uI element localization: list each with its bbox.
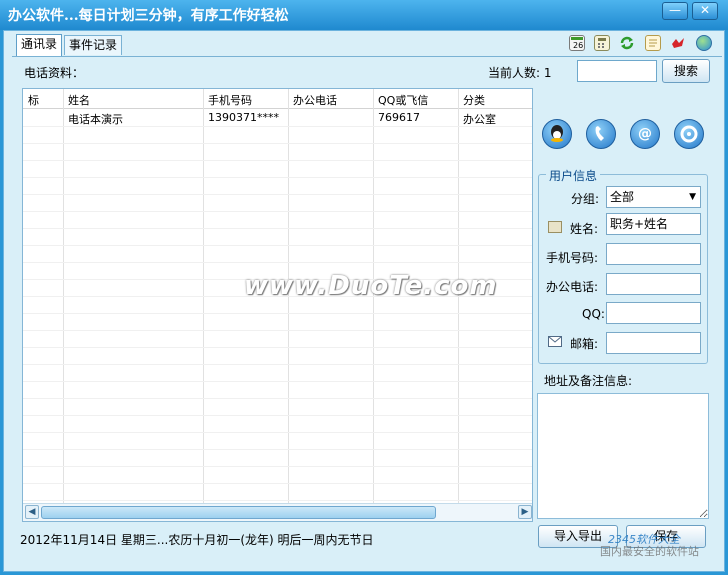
scroll-right-icon[interactable]: ▶	[518, 505, 532, 519]
grid-row-line	[23, 245, 532, 246]
bird-icon[interactable]	[670, 35, 686, 51]
chevron-down-icon[interactable]: ▼	[689, 187, 696, 207]
grid-row-line	[23, 483, 532, 484]
search-button[interactable]: 搜索	[662, 59, 710, 83]
contacts-grid[interactable]: 标 姓名 手机号码 办公电话 QQ或飞信 分类 电话本演示 1390371***…	[22, 88, 533, 522]
grid-row-line	[23, 211, 532, 212]
group-select-value: 全部	[610, 190, 635, 204]
column-header-qq[interactable]: QQ或飞信	[378, 92, 428, 108]
svg-text:26: 26	[573, 41, 583, 50]
user-info-legend: 用户信息	[546, 167, 601, 184]
search-input[interactable]	[577, 60, 657, 82]
calculator-icon[interactable]	[594, 35, 610, 51]
date-status: 2012年11月14日 星期三...农历十月初一(龙年) 明后一周内无节日	[20, 533, 374, 547]
grid-row-line	[23, 381, 532, 382]
current-count-label: 当前人数: 1	[488, 66, 552, 80]
tab-contacts[interactable]: 通讯录	[16, 34, 63, 56]
name-field[interactable]: 职务+姓名	[606, 213, 701, 235]
close-button[interactable]: ✕	[692, 2, 718, 20]
grid-row-line	[23, 160, 532, 161]
email-field[interactable]	[606, 332, 701, 354]
grid-row-line	[23, 313, 532, 314]
grid-row-line	[23, 330, 532, 331]
calendar-icon[interactable]: 26	[569, 35, 585, 51]
watermark: www.DuoTe.com	[244, 271, 498, 301]
grid-row-line	[23, 347, 532, 348]
settings-icon[interactable]	[674, 119, 704, 149]
horizontal-scrollbar[interactable]: ◀ ▶	[23, 503, 532, 521]
grid-row-line	[23, 143, 532, 144]
tab-event-records[interactable]: 事件记录	[64, 35, 123, 55]
column-header-mark[interactable]: 标	[28, 92, 39, 108]
grid-row-line	[23, 177, 532, 178]
grid-row-line	[23, 262, 532, 263]
title-bar[interactable]: 办公软件...每日计划三分钟，有序工作好轻松 — ✕	[0, 0, 728, 30]
address-note-textarea[interactable]	[537, 393, 709, 519]
grid-row-line	[23, 432, 532, 433]
group-select[interactable]: 全部 ▼	[606, 186, 701, 208]
column-header-name[interactable]: 姓名	[68, 92, 90, 108]
phone-icon[interactable]	[586, 119, 616, 149]
name-label: 姓名:	[570, 222, 599, 236]
row-cell-category: 办公室	[463, 113, 496, 126]
tab-divider	[12, 56, 722, 57]
main-panel: 通讯录 事件记录 26 电话资料： 当前人数: 1 搜索 标 姓名 手机号码 办…	[3, 30, 725, 572]
globe-icon[interactable]	[696, 35, 712, 51]
column-header-mobile[interactable]: 手机号码	[208, 92, 252, 108]
qq-label: QQ:	[582, 307, 605, 321]
scroll-left-icon[interactable]: ◀	[25, 505, 39, 519]
mobile-field[interactable]	[606, 243, 701, 265]
window-title: 办公软件...每日计划三分钟，有序工作好轻松	[8, 8, 289, 24]
email-at-icon[interactable]: @	[630, 119, 660, 149]
office-phone-field[interactable]	[606, 273, 701, 295]
grid-row-line	[23, 415, 532, 416]
mobile-label: 手机号码:	[546, 251, 599, 265]
grid-row-line	[23, 466, 532, 467]
row-cell-mobile: 1390371****	[208, 111, 279, 124]
email-label: 邮箱:	[570, 337, 599, 351]
scroll-thumb[interactable]	[41, 506, 436, 519]
phone-data-label: 电话资料：	[24, 66, 85, 80]
column-header-office-phone[interactable]: 办公电话	[293, 92, 337, 108]
grid-row-line	[23, 228, 532, 229]
envelope-icon	[548, 336, 562, 350]
grid-header: 标 姓名 手机号码 办公电话 QQ或飞信 分类	[23, 89, 532, 109]
refresh-icon[interactable]	[619, 35, 635, 51]
minimize-button[interactable]: —	[662, 2, 688, 20]
notepad-icon[interactable]	[645, 35, 661, 51]
row-cell-name: 电话本演示	[68, 113, 123, 126]
grid-row-line	[23, 364, 532, 365]
watermark-slogan: 国内最安全的软件站	[600, 545, 699, 558]
app-window: 办公软件...每日计划三分钟，有序工作好轻松 — ✕ 通讯录 事件记录 26 电…	[0, 0, 728, 575]
grid-row-line	[23, 398, 532, 399]
office-phone-label: 办公电话:	[546, 280, 599, 294]
column-header-category[interactable]: 分类	[463, 92, 485, 108]
row-cell-qq: 769617	[378, 111, 420, 124]
qq-icon[interactable]	[542, 119, 572, 149]
grid-row-line	[23, 449, 532, 450]
qq-field[interactable]	[606, 302, 701, 324]
group-label: 分组:	[571, 192, 600, 206]
contact-card-icon	[548, 221, 562, 233]
grid-row-line	[23, 500, 532, 501]
grid-row-line	[23, 194, 532, 195]
address-note-label: 地址及备注信息:	[544, 374, 633, 388]
